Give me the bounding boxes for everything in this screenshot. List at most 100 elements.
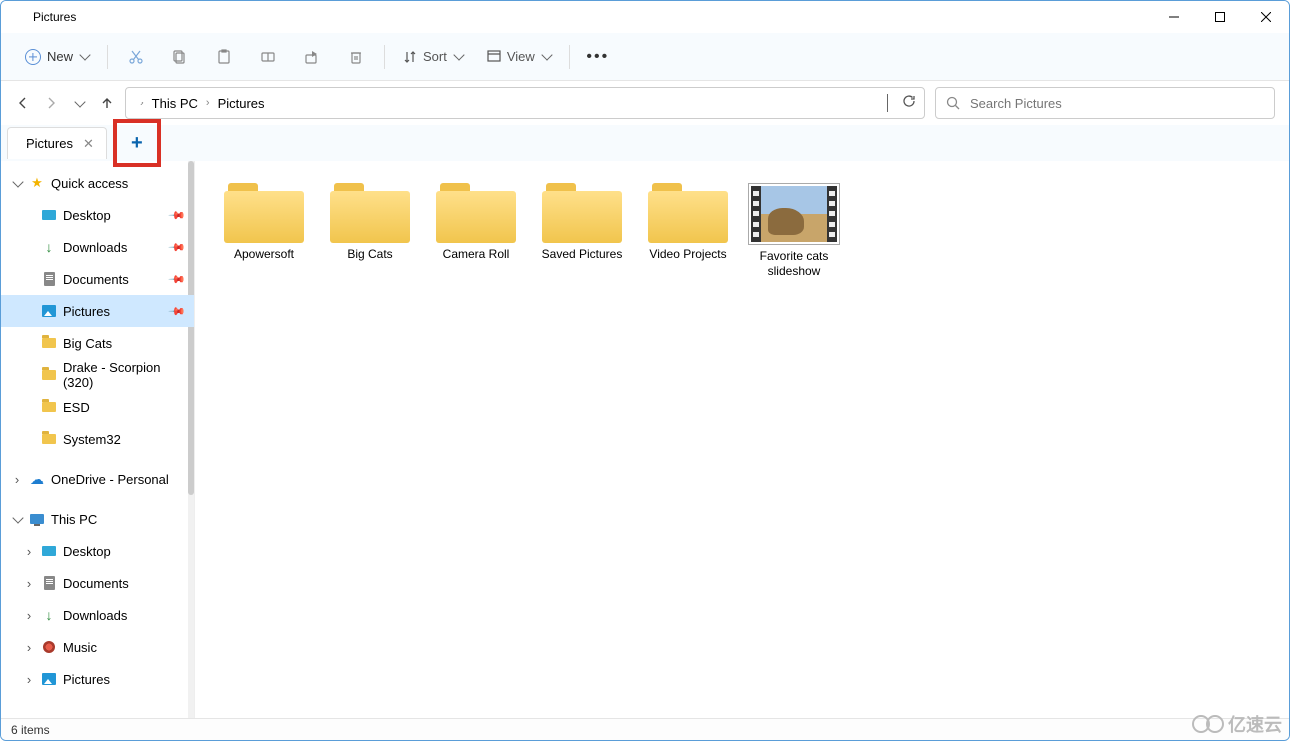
titlebar: Pictures bbox=[1, 1, 1289, 33]
sidebar-item-documents[interactable]: › Documents bbox=[1, 567, 194, 599]
view-label: View bbox=[507, 49, 535, 64]
folder-icon bbox=[41, 367, 57, 383]
sidebar-item-drake-scorpion-320-[interactable]: Drake - Scorpion (320) bbox=[1, 359, 194, 391]
chevron-right-icon[interactable]: › bbox=[23, 609, 35, 621]
sidebar-item-music[interactable]: ›Music bbox=[1, 631, 194, 663]
tabs-row: Pictures ✕ + bbox=[1, 125, 1289, 161]
new-button[interactable]: New bbox=[15, 39, 99, 75]
sidebar-item-pictures[interactable]: › Pictures bbox=[1, 663, 194, 695]
recent-dropdown[interactable] bbox=[71, 95, 87, 111]
chevron-right-icon[interactable]: › bbox=[23, 545, 35, 557]
breadcrumb-pictures[interactable]: Pictures bbox=[216, 94, 267, 113]
sidebar-item-downloads[interactable]: ↓ Downloads 📌 bbox=[1, 231, 194, 263]
folder-item-saved-pictures[interactable]: Saved Pictures bbox=[533, 179, 631, 283]
sidebar-item-desktop[interactable]: ›Desktop bbox=[1, 535, 194, 567]
delete-button[interactable] bbox=[336, 39, 376, 75]
desktop-icon bbox=[41, 207, 57, 223]
chevron-right-icon[interactable]: › bbox=[23, 673, 35, 685]
sidebar-item-label: Desktop bbox=[63, 208, 111, 223]
sidebar-item-label: Big Cats bbox=[63, 336, 112, 351]
sidebar-item-label: System32 bbox=[63, 432, 121, 447]
paste-button[interactable] bbox=[204, 39, 244, 75]
sidebar-item-label: Pictures bbox=[63, 304, 110, 319]
tab-close-button[interactable]: ✕ bbox=[81, 136, 96, 152]
address-dropdown[interactable] bbox=[885, 94, 888, 112]
cloud-icon: ☁ bbox=[29, 471, 45, 487]
close-button[interactable] bbox=[1243, 1, 1289, 33]
video-item-favorite-cats-slideshow[interactable]: Favorite cats slideshow bbox=[745, 179, 843, 283]
item-label: Big Cats bbox=[347, 247, 392, 262]
new-tab-button[interactable]: + bbox=[131, 132, 143, 155]
chevron-right-icon[interactable]: › bbox=[23, 641, 35, 653]
document-icon bbox=[41, 575, 57, 591]
more-button[interactable]: ••• bbox=[578, 39, 618, 75]
sidebar-item-big-cats[interactable]: Big Cats bbox=[1, 327, 194, 359]
refresh-button[interactable] bbox=[902, 94, 916, 113]
search-box[interactable] bbox=[935, 87, 1275, 119]
copy-button[interactable] bbox=[160, 39, 200, 75]
folder-item-big-cats[interactable]: Big Cats bbox=[321, 179, 419, 283]
chevron-down-icon[interactable] bbox=[11, 513, 23, 525]
nav-bar: › This PC › Pictures bbox=[1, 81, 1289, 125]
search-input[interactable] bbox=[970, 96, 1264, 111]
video-thumbnail bbox=[748, 183, 840, 245]
sidebar-onedrive[interactable]: › ☁ OneDrive - Personal bbox=[1, 463, 194, 495]
sort-icon bbox=[403, 50, 417, 64]
folder-item-video-projects[interactable]: Video Projects bbox=[639, 179, 737, 283]
item-label: Favorite cats slideshow bbox=[749, 249, 839, 279]
sidebar-item-esd[interactable]: ESD bbox=[1, 391, 194, 423]
chevron-right-icon: › bbox=[206, 97, 210, 109]
chevron-down-icon[interactable] bbox=[11, 177, 23, 189]
status-bar: 6 items bbox=[1, 718, 1289, 740]
sidebar-item-pictures[interactable]: Pictures📌 bbox=[1, 295, 194, 327]
folder-icon bbox=[648, 183, 728, 243]
chevron-right-icon[interactable]: › bbox=[11, 473, 23, 485]
breadcrumb-this-pc[interactable]: This PC bbox=[150, 94, 200, 113]
up-button[interactable] bbox=[99, 95, 115, 111]
maximize-button[interactable] bbox=[1197, 1, 1243, 33]
address-bar[interactable]: › This PC › Pictures bbox=[125, 87, 925, 119]
app-icon bbox=[9, 9, 25, 25]
view-button[interactable]: View bbox=[477, 39, 561, 75]
plus-circle-icon bbox=[25, 49, 41, 65]
forward-button[interactable] bbox=[43, 95, 59, 111]
cut-button[interactable] bbox=[116, 39, 156, 75]
status-text: 6 items bbox=[11, 723, 50, 737]
pin-icon: 📌 bbox=[168, 206, 187, 225]
minimize-button[interactable] bbox=[1151, 1, 1197, 33]
sidebar-item-label: Downloads bbox=[63, 240, 127, 255]
download-icon: ↓ bbox=[41, 239, 57, 255]
pictures-icon bbox=[41, 303, 57, 319]
sidebar-item-desktop[interactable]: Desktop 📌 bbox=[1, 199, 194, 231]
sidebar-item-downloads[interactable]: ›↓Downloads bbox=[1, 599, 194, 631]
folder-icon bbox=[41, 335, 57, 351]
folder-icon bbox=[41, 399, 57, 415]
sidebar-item-system32[interactable]: System32 bbox=[1, 423, 194, 455]
content-pane[interactable]: Apowersoft Big Cats Camera RollSaved Pictu… bbox=[195, 161, 1289, 718]
rename-button[interactable] bbox=[248, 39, 288, 75]
pin-icon: 📌 bbox=[168, 238, 187, 257]
sidebar-item-label: Pictures bbox=[63, 672, 110, 687]
sidebar-this-pc[interactable]: This PC bbox=[1, 503, 194, 535]
tab-pictures[interactable]: Pictures ✕ bbox=[7, 127, 107, 159]
folder-icon bbox=[542, 183, 622, 243]
chevron-right-icon[interactable]: › bbox=[23, 577, 35, 589]
item-label: Video Projects bbox=[649, 247, 726, 262]
sort-button[interactable]: Sort bbox=[393, 39, 473, 75]
sidebar-quick-access[interactable]: ★ Quick access bbox=[1, 167, 194, 199]
document-icon bbox=[41, 271, 57, 287]
back-button[interactable] bbox=[15, 95, 31, 111]
folder-item-apowersoft[interactable]: Apowersoft bbox=[215, 179, 313, 283]
sidebar-item-label: Downloads bbox=[63, 608, 127, 623]
folder-icon bbox=[41, 431, 57, 447]
sidebar-item-documents[interactable]: Documents📌 bbox=[1, 263, 194, 295]
chevron-down-icon bbox=[453, 49, 464, 60]
sidebar-label: This PC bbox=[51, 512, 97, 527]
explorer-window: Pictures New Sort View bbox=[0, 0, 1290, 741]
share-button[interactable] bbox=[292, 39, 332, 75]
folder-item-camera-roll[interactable]: Camera Roll bbox=[427, 179, 525, 283]
music-icon bbox=[41, 639, 57, 655]
sidebar-item-label: Documents bbox=[63, 576, 129, 591]
new-label: New bbox=[47, 49, 73, 64]
folder-icon bbox=[330, 183, 410, 243]
